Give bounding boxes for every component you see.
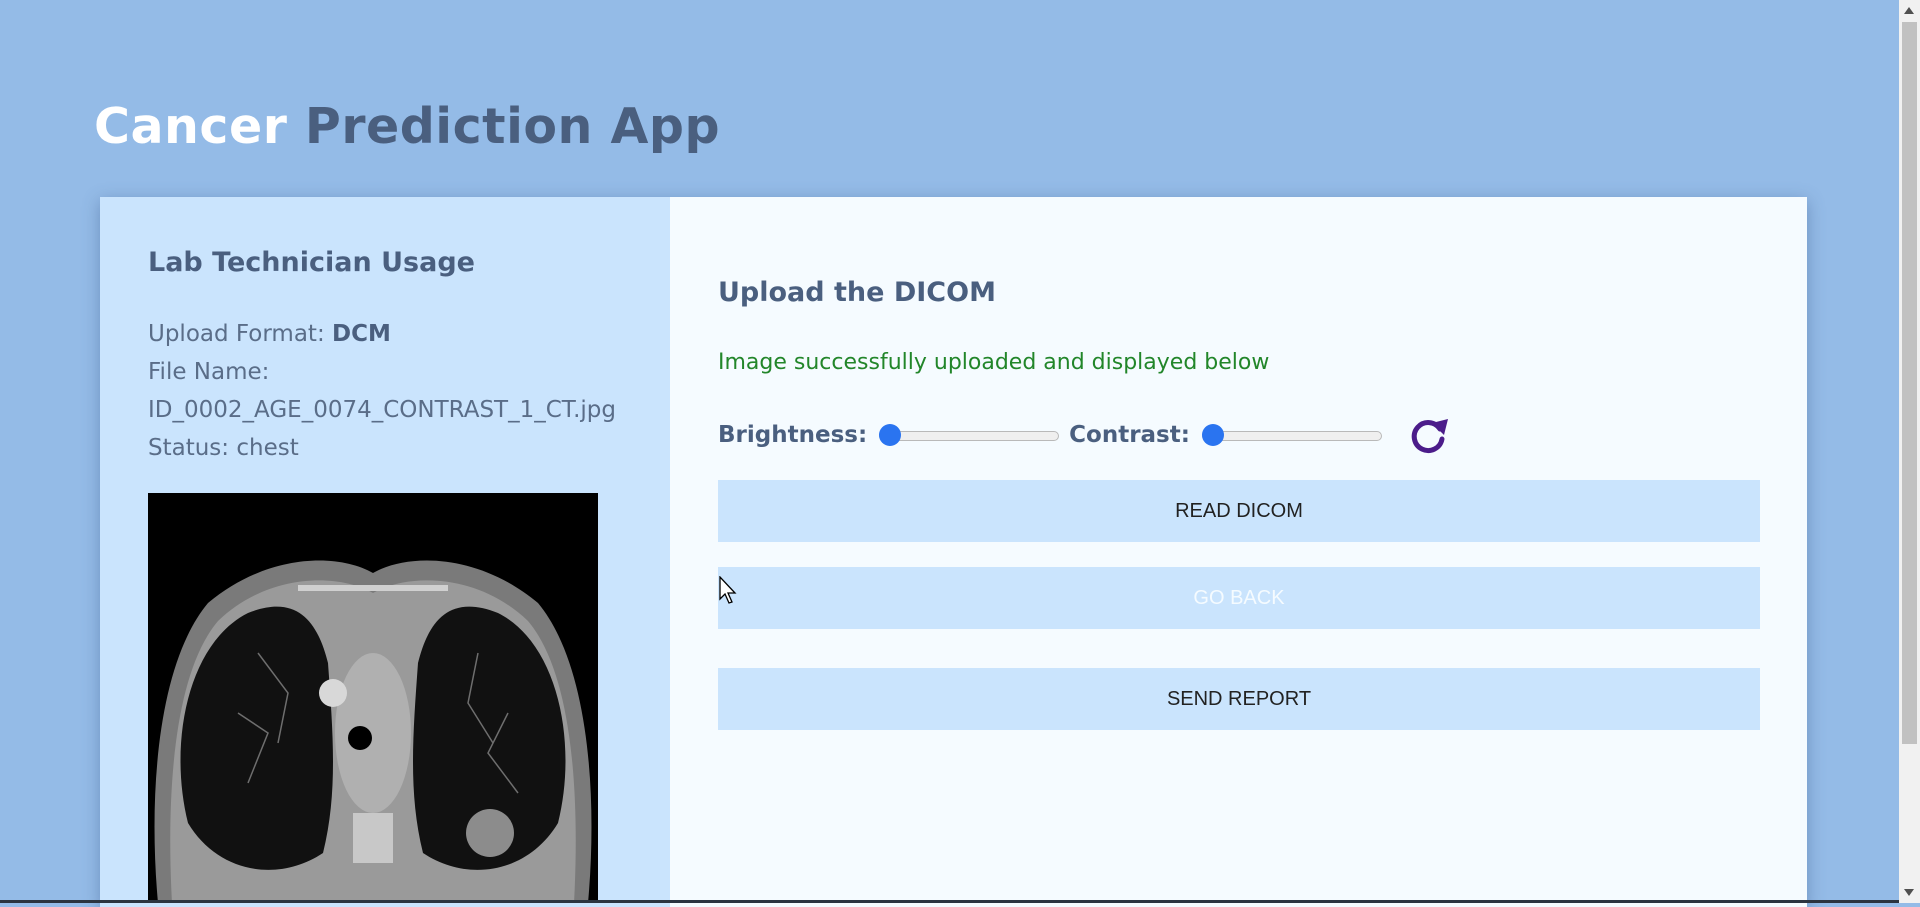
success-message: Image successfully uploaded and displaye…: [718, 350, 1270, 375]
brightness-slider-thumb[interactable]: [879, 424, 902, 446]
page-scrollbar[interactable]: [1899, 0, 1920, 903]
go-back-button[interactable]: GO BACK: [718, 567, 1760, 629]
scroll-up-arrow-icon[interactable]: [1904, 7, 1914, 14]
status-value: chest: [236, 435, 299, 461]
upload-format-label: Upload Format:: [148, 321, 325, 347]
contrast-slider-thumb[interactable]: [1201, 424, 1224, 446]
sidebar: Lab Technician Usage Upload Format: DCM …: [100, 197, 670, 907]
upload-format-line: Upload Format: DCM: [148, 321, 391, 347]
upload-title: Upload the DICOM: [718, 277, 996, 308]
app-title-part-1: Cancer: [94, 98, 288, 155]
upload-format-value: DCM: [332, 321, 391, 347]
app-title: Cancer Prediction App: [94, 98, 720, 155]
main-panel: Upload the DICOM Image successfully uplo…: [670, 197, 1807, 907]
brightness-slider-track: [879, 431, 1060, 441]
brightness-label: Brightness:: [718, 422, 868, 448]
status-line: Status: chest: [148, 435, 299, 461]
send-report-button[interactable]: SEND REPORT: [718, 668, 1760, 730]
rotate-cw-icon[interactable]: [1406, 413, 1450, 457]
status-label: Status:: [148, 435, 230, 461]
contrast-slider[interactable]: [1201, 424, 1382, 446]
file-name-label: File Name:: [148, 359, 270, 385]
ct-scan-image: [148, 493, 598, 903]
contrast-label: Contrast:: [1069, 422, 1190, 448]
mouse-cursor-icon: [719, 576, 737, 604]
app-title-part-2: Prediction App: [304, 98, 721, 155]
file-name-value: ID_0002_AGE_0074_CONTRAST_1_CT.jpg: [148, 397, 617, 423]
contrast-slider-track: [1201, 431, 1382, 441]
scroll-down-arrow-icon[interactable]: [1904, 889, 1914, 896]
main-card: Lab Technician Usage Upload Format: DCM …: [100, 197, 1807, 907]
read-dicom-button[interactable]: READ DICOM: [718, 480, 1760, 542]
brightness-slider[interactable]: [879, 424, 1060, 446]
image-controls: Brightness: Contrast:: [718, 413, 1450, 457]
sidebar-title: Lab Technician Usage: [148, 247, 475, 278]
scrollbar-thumb[interactable]: [1902, 22, 1917, 744]
